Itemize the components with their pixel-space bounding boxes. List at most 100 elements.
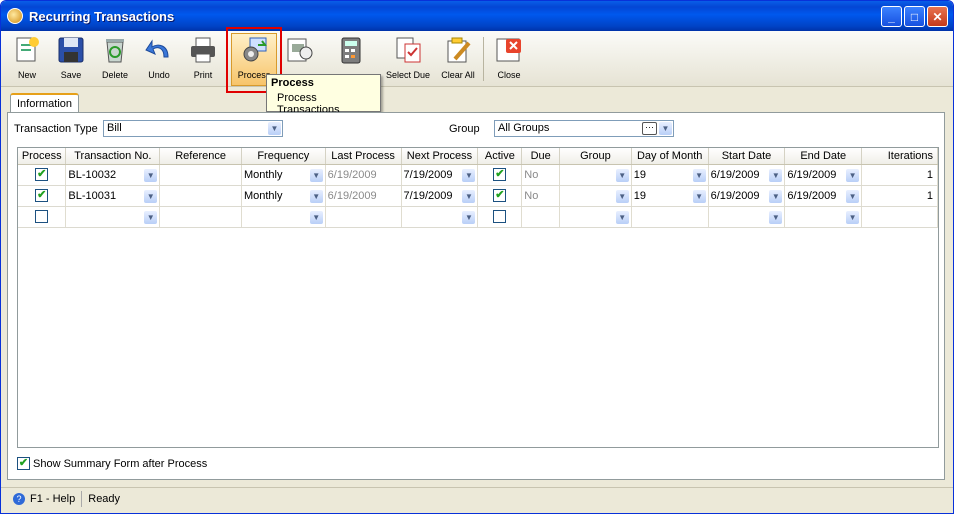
information-panel: Transaction Type Bill ▼ Group All Groups… [7,112,945,480]
title-bar[interactable]: Recurring Transactions _ □ ✕ [1,1,953,31]
check-icon: ✔ [493,189,507,202]
close-window-button[interactable]: ✕ [927,6,948,27]
status-bar: ? F1 - Help Ready [1,487,953,509]
column-header[interactable]: Active [477,148,523,165]
due-cell: No [521,185,561,207]
active-checkbox[interactable]: ✔ [477,185,523,207]
column-header[interactable]: Day of Month [631,148,709,165]
chevron-down-icon[interactable]: ▼ [659,122,672,135]
chevron-down-icon[interactable]: ▼ [309,189,323,203]
column-header[interactable]: Frequency [241,148,326,165]
iterations-cell[interactable]: 1 [861,164,938,186]
app-icon [7,8,23,24]
table-row[interactable]: ✔ BL-10032 ▼ Monthly ▼ 6/19/2009 7/19/2009… [18,164,938,186]
process-checkbox[interactable]: ✔ [18,164,67,186]
column-header[interactable]: Start Date [708,148,786,165]
day-of-month-cell[interactable]: 19 ▼ [631,185,709,207]
chevron-down-icon[interactable]: ▼ [144,210,158,224]
chevron-down-icon[interactable]: ▼ [144,189,158,203]
column-header[interactable]: Transaction No. [65,148,161,165]
chevron-down-icon[interactable]: ▼ [462,168,476,182]
tab-information[interactable]: Information [10,93,80,113]
day-of-month-cell[interactable] [631,206,709,228]
reference-cell[interactable] [159,164,242,186]
transaction-type-combo[interactable]: Bill ▼ [103,120,283,137]
group-cell[interactable]: ▼ [559,185,632,207]
column-header[interactable]: Iterations [861,148,938,165]
chevron-down-icon[interactable]: ▼ [309,168,323,182]
chevron-down-icon[interactable]: ▼ [462,210,476,224]
show-summary-checkbox[interactable]: ✔ Show Summary Form after Process [17,457,207,470]
chevron-down-icon[interactable]: ▼ [846,210,860,224]
chevron-down-icon[interactable]: ▼ [268,122,281,135]
delete-button[interactable]: Delete [93,33,137,85]
next-process-cell[interactable]: ▼ [401,206,479,228]
chevron-down-icon[interactable]: ▼ [309,210,323,224]
start-date-cell[interactable]: 6/19/2009 ▼ [708,185,786,207]
active-checkbox[interactable]: ✔ [477,164,523,186]
end-date-cell[interactable]: 6/19/2009 ▼ [784,164,863,186]
chevron-down-icon[interactable]: ▼ [769,168,783,182]
iterations-cell[interactable]: 1 [861,185,938,207]
chevron-down-icon[interactable]: ▼ [692,189,706,203]
chevron-down-icon[interactable]: ▼ [615,168,629,182]
end-date-cell[interactable]: 6/19/2009 ▼ [784,185,863,207]
transaction-no-cell[interactable]: ▼ [65,206,161,228]
chevron-down-icon[interactable]: ▼ [615,189,629,203]
ellipsis-icon[interactable]: ··· [642,122,657,135]
iterations-cell[interactable] [861,206,938,228]
chevron-down-icon[interactable]: ▼ [615,210,629,224]
chevron-down-icon[interactable]: ▼ [846,189,860,203]
process-tooltip: Process Process Transactions [266,74,381,116]
end-date-cell[interactable]: ▼ [784,206,863,228]
chevron-down-icon[interactable]: ▼ [692,168,706,182]
new-button[interactable]: New [5,33,49,85]
toolbar-separator [483,37,484,81]
process-checkbox[interactable] [18,206,67,228]
frequency-cell[interactable]: Monthly ▼ [241,164,326,186]
column-header[interactable]: Process [18,148,67,165]
group-cell[interactable]: ▼ [559,206,632,228]
day-of-month-cell[interactable]: 19 ▼ [631,164,709,186]
chevron-down-icon[interactable]: ▼ [769,210,783,224]
chevron-down-icon[interactable]: ▼ [462,189,476,203]
active-checkbox[interactable] [477,206,523,228]
reference-cell[interactable] [159,206,242,228]
column-header[interactable]: End Date [784,148,863,165]
column-header[interactable]: Due [521,148,561,165]
start-date-cell[interactable]: 6/19/2009 ▼ [708,164,786,186]
chevron-down-icon[interactable]: ▼ [769,189,783,203]
transaction-no-cell[interactable]: BL-10032 ▼ [65,164,161,186]
undo-button[interactable]: Undo [137,33,181,85]
start-date-cell[interactable]: ▼ [708,206,786,228]
frequency-cell[interactable]: Monthly ▼ [241,185,326,207]
column-header[interactable]: Group [559,148,632,165]
floppy-disk-icon [56,35,86,65]
column-header[interactable]: Last Process [325,148,402,165]
next-process-cell[interactable]: 7/19/2009 ▼ [401,185,479,207]
close-button[interactable]: Close [487,33,531,85]
group-combo[interactable]: All Groups ··· ▼ [494,120,674,137]
clear-all-button[interactable]: Clear All [436,33,480,85]
print-button[interactable]: Print [181,33,225,85]
save-button[interactable]: Save [49,33,93,85]
check-icon: ✔ [35,189,49,202]
chevron-down-icon[interactable]: ▼ [846,168,860,182]
process-checkbox[interactable]: ✔ [18,185,67,207]
transaction-no-cell[interactable]: BL-10031 ▼ [65,185,161,207]
new-document-icon [12,35,42,65]
chevron-down-icon[interactable]: ▼ [144,168,158,182]
group-cell[interactable]: ▼ [559,164,632,186]
maximize-button[interactable]: □ [904,6,925,27]
due-cell [521,206,561,228]
select-due-button[interactable]: Select Due [386,33,430,85]
help-icon[interactable]: ? [13,492,25,505]
column-header[interactable]: Next Process [401,148,479,165]
next-process-cell[interactable]: 7/19/2009 ▼ [401,164,479,186]
new-row[interactable]: ▼ ▼ ▼ ▼ ▼ ▼ [18,206,938,228]
reference-cell[interactable] [159,185,242,207]
minimize-button[interactable]: _ [881,6,902,27]
column-header[interactable]: Reference [159,148,242,165]
frequency-cell[interactable]: ▼ [241,206,326,228]
table-row[interactable]: ✔ BL-10031 ▼ Monthly ▼ 6/19/2009 7/19/2009… [18,185,938,207]
